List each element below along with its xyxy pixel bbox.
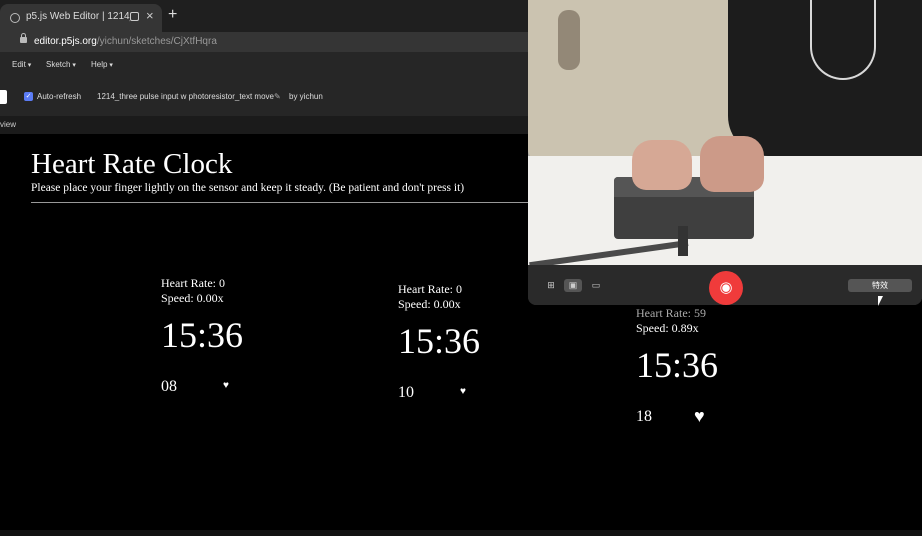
menu-sketch[interactable]: Sketch (46, 60, 76, 69)
heart-icon: ♥ (223, 380, 229, 391)
globe-icon (10, 13, 20, 23)
title-divider (31, 202, 529, 203)
heart-icon: ♥ (694, 406, 705, 426)
heart-rate-text: Heart Rate: 0 (161, 276, 225, 290)
grid-icon[interactable]: ⊞ (542, 279, 560, 292)
sketch-name[interactable]: 1214_three pulse input w photoresistor_t… (97, 92, 274, 101)
pencil-icon[interactable]: ✎ (274, 92, 281, 101)
tab-title: p5.js Web Editor | 1214_thr (26, 11, 130, 22)
url-host: editor.p5js.org (34, 36, 97, 47)
speed-text: Speed: 0.00x (398, 297, 461, 311)
stop-button[interactable] (0, 90, 7, 104)
effects-button[interactable]: 特效 (848, 279, 912, 292)
speed-text: Speed: 0.00x (161, 291, 224, 305)
clock-number: 18 (636, 408, 652, 425)
portrait-icon[interactable]: ▣ (564, 279, 582, 292)
clock-time: 15:36 (636, 345, 719, 385)
instructions-text: Please place your finger lightly on the … (31, 182, 465, 194)
close-icon[interactable]: × (146, 8, 154, 23)
auto-refresh-label: Auto-refresh (37, 92, 82, 101)
lock-icon (20, 33, 27, 43)
speed-text: Speed: 0.89x (636, 321, 699, 335)
mouse-cursor-icon (878, 296, 883, 306)
sketch-author[interactable]: by yichun (289, 92, 323, 101)
page-title: Heart Rate Clock (31, 148, 233, 180)
menu-help[interactable]: Help (91, 60, 113, 69)
clock-2: Heart Rate: 0 Speed: 0.00x 15:36 10 ♥ (398, 282, 481, 401)
clock-time: 15:36 (161, 315, 244, 355)
auto-refresh-checkbox[interactable]: ✓ (24, 92, 33, 101)
video-icon[interactable]: ▭ (587, 279, 605, 292)
clock-number: 10 (398, 384, 414, 401)
camera-preview (528, 0, 922, 265)
media-icon (130, 12, 139, 21)
heart-icon: ♥ (460, 386, 466, 397)
clock-time: 15:36 (398, 321, 481, 361)
heart-rate-text: Heart Rate: 59 (636, 306, 706, 320)
browser-tab[interactable]: p5.js Web Editor | 1214_thr × (0, 4, 162, 32)
camera-window: ⊞ ▣ ▭ ◉ 特效 (528, 0, 922, 305)
clock-3: Heart Rate: 59 Speed: 0.89x 15:36 18 ♥ (636, 306, 719, 426)
camera-controls: ⊞ ▣ ▭ ◉ 特效 (528, 265, 922, 305)
status-strip (0, 530, 922, 536)
preview-label: view (0, 120, 17, 129)
clock-number: 08 (161, 378, 177, 395)
heart-rate-text: Heart Rate: 0 (398, 282, 462, 296)
clock-1: Heart Rate: 0 Speed: 0.00x 15:36 08 ♥ (161, 276, 244, 395)
url-text[interactable]: editor.p5js.org/yichun/sketches/CjXtfHqr… (34, 36, 217, 47)
new-tab-button[interactable]: + (168, 6, 177, 24)
camera-shutter-button[interactable]: ◉ (709, 271, 743, 305)
url-path: /yichun/sketches/CjXtfHqra (96, 36, 217, 47)
menu-edit[interactable]: Edit (12, 60, 31, 69)
